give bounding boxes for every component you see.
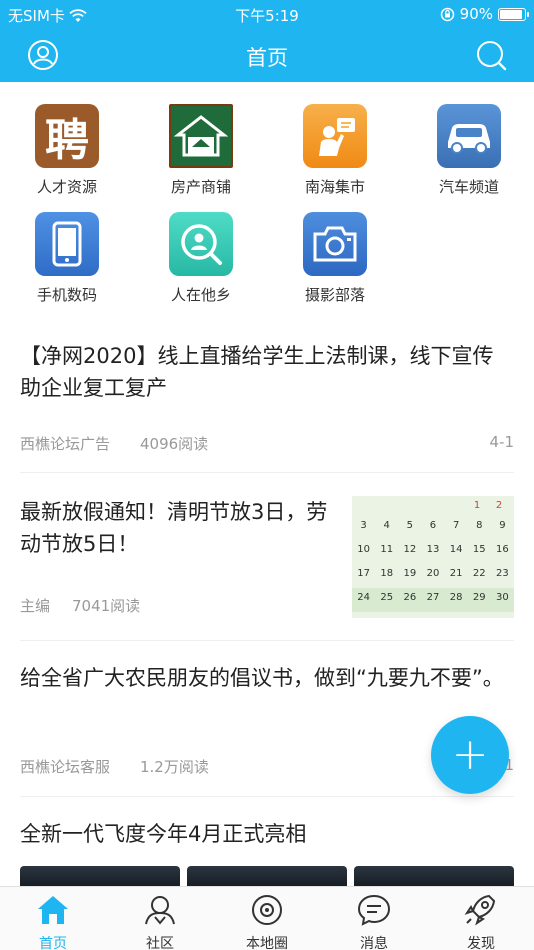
calendar-day: 3	[360, 520, 367, 531]
tab-local-circle[interactable]: 本地圈	[227, 893, 307, 950]
article-photo[interactable]	[187, 866, 347, 888]
home-icon	[38, 896, 68, 924]
calendar-day: 14	[449, 544, 463, 555]
calendar-day: 19	[403, 568, 417, 579]
article-source: 西樵论坛客服	[20, 758, 111, 776]
rocket-icon	[464, 894, 496, 926]
message-icon	[357, 894, 391, 926]
article-title: 【净网2020】线上直播给学生上法制课，线下宣传助企业复工复产	[20, 344, 494, 400]
article-thumbnail-calendar[interactable]: 1 2 3 4 5 6 7 8 9 10 11 12 13 14 15 16 1…	[352, 496, 514, 618]
divider	[20, 472, 514, 473]
calendar-day: 13	[426, 544, 440, 555]
category-label: 房产商铺	[170, 178, 231, 196]
article-item[interactable]: 全新一代飞度今年4月正式亮相	[20, 818, 514, 850]
calendar-day: 16	[496, 544, 509, 555]
category-item-photo[interactable]: 摄影部落	[280, 212, 390, 305]
hire-icon: 聘	[35, 104, 99, 168]
calendar-day: 22	[472, 568, 486, 579]
car-icon	[437, 104, 501, 168]
article-title: 给全省广大农民朋友的倡议书，做到“九要九不要”。	[20, 666, 504, 690]
calendar-day: 26	[403, 592, 417, 603]
rotation-lock-icon	[440, 7, 454, 21]
category-label: 人才资源	[36, 178, 97, 196]
article-reads: 1.2万阅读	[140, 758, 209, 776]
tab-discover[interactable]: 发现	[441, 893, 521, 950]
article-item[interactable]: 给全省广大农民朋友的倡议书，做到“九要九不要”。	[20, 662, 514, 694]
category-label: 手机数码	[36, 286, 97, 304]
article-source: 主编	[20, 597, 51, 615]
battery-percent: 90%	[459, 5, 493, 23]
search-icon[interactable]	[475, 39, 507, 71]
calendar-day: 18	[380, 568, 394, 579]
tab-bar: 首页 社区 本地圈 消息 发现	[0, 886, 534, 950]
tab-label: 发现	[467, 936, 495, 950]
calendar-day: 5	[406, 520, 414, 531]
category-item-property[interactable]: 房产商铺	[146, 104, 256, 197]
local-circle-icon	[252, 895, 282, 925]
plus-icon: +	[451, 729, 489, 780]
calendar-day: 29	[472, 592, 486, 603]
tab-home[interactable]: 首页	[13, 893, 93, 950]
article-item[interactable]: 最新放假通知！清明节放3日，劳动节放5日！	[20, 496, 330, 560]
calendar-day: 8	[476, 520, 483, 531]
article-photo[interactable]	[20, 866, 180, 888]
category-label: 摄影部落	[304, 286, 365, 304]
tab-label: 消息	[360, 936, 388, 950]
calendar-day: 17	[357, 568, 370, 579]
article-source: 西樵论坛广告	[20, 435, 111, 453]
tab-label: 本地圈	[246, 936, 288, 950]
community-icon	[145, 896, 175, 925]
calendar-day: 21	[449, 568, 463, 579]
house-icon	[169, 104, 233, 168]
calendar-day: 30	[496, 592, 509, 603]
calendar-day: 9	[499, 520, 506, 531]
article-date: 4-1	[489, 433, 515, 451]
calendar-day: 6	[429, 520, 437, 531]
navbar: 首页	[0, 28, 534, 82]
tab-label: 首页	[39, 936, 67, 950]
article-reads: 7041阅读	[72, 597, 141, 615]
divider	[20, 796, 514, 797]
category-item-abroad[interactable]: 人在他乡	[146, 212, 256, 305]
calendar-day: 23	[496, 568, 509, 579]
person-search-icon	[169, 212, 233, 276]
calendar-day: 28	[449, 592, 463, 603]
calendar-day: 20	[426, 568, 440, 579]
calendar-day: 1	[473, 500, 481, 511]
calendar-day: 25	[380, 592, 394, 603]
article-title: 最新放假通知！清明节放3日，劳动节放5日！	[20, 500, 328, 556]
article-photo[interactable]	[354, 866, 514, 888]
camera-icon	[303, 212, 367, 276]
category-item-talent[interactable]: 聘 人才资源	[12, 104, 122, 197]
calendar-day: 15	[472, 544, 486, 555]
calendar-day: 11	[380, 544, 394, 555]
market-icon	[303, 104, 367, 168]
page-title: 首页	[246, 46, 288, 70]
category-item-digital[interactable]: 手机数码	[12, 212, 122, 305]
calendar-day: 12	[403, 544, 417, 555]
category-label: 南海集市	[304, 178, 365, 196]
calendar-day: 27	[426, 592, 440, 603]
divider	[20, 640, 514, 641]
calendar-day: 7	[452, 520, 460, 531]
battery-icon	[498, 7, 529, 21]
category-label: 人在他乡	[170, 286, 231, 304]
phone-icon	[35, 212, 99, 276]
app-header: 无SIM卡 下午5:19 90% 首页	[0, 0, 534, 82]
calendar-day: 10	[357, 544, 370, 555]
tab-messages[interactable]: 消息	[334, 893, 414, 950]
tab-label: 社区	[146, 936, 174, 950]
compose-button[interactable]: +	[431, 716, 509, 794]
article-item[interactable]: 【净网2020】线上直播给学生上法制课，线下宣传助企业复工复产	[20, 340, 514, 404]
article-title: 全新一代飞度今年4月正式亮相	[20, 822, 307, 846]
article-reads: 4096阅读	[140, 435, 209, 453]
category-item-auto[interactable]: 汽车频道	[414, 104, 524, 197]
category-item-market[interactable]: 南海集市	[280, 104, 390, 197]
category-label: 汽车频道	[438, 178, 499, 196]
calendar-day: 24	[357, 592, 370, 603]
status-bar: 无SIM卡 下午5:19 90%	[0, 0, 534, 28]
tab-community[interactable]: 社区	[120, 893, 200, 950]
calendar-day: 2	[495, 500, 503, 511]
calendar-day: 4	[383, 520, 390, 531]
